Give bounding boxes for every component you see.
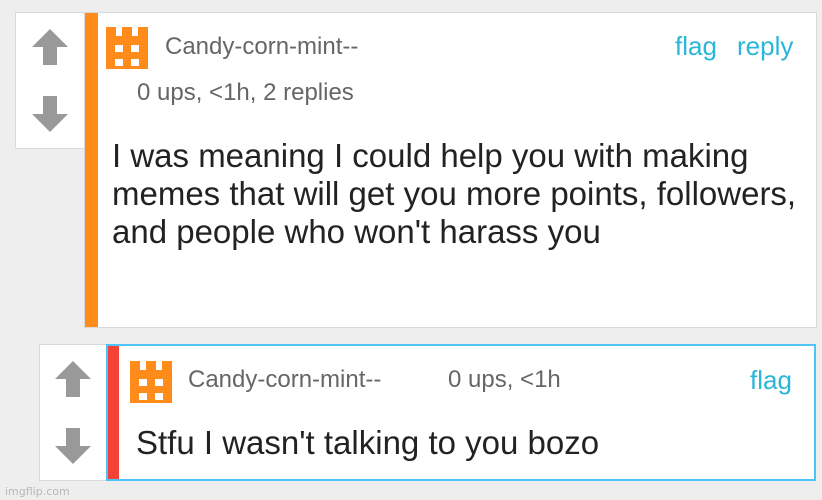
castle-icon [106,27,148,69]
up-arrow-icon [32,28,68,65]
comment-stats: 0 ups, <1h [448,366,561,393]
comment: Candy-corn-mint-- flag reply 0 ups, <1h,… [84,12,817,328]
comment-reply: Candy-corn-mint-- 0 ups, <1h flag Stfu I… [106,344,816,481]
flag-button[interactable]: flag [750,365,792,396]
comment-username[interactable]: Candy-corn-mint-- [188,366,381,394]
downvote-button[interactable] [16,81,84,149]
upvote-button[interactable] [16,13,84,81]
upvote-button[interactable] [40,345,106,413]
comment-stats: 0 ups, <1h, 2 replies [137,79,354,106]
down-arrow-icon [55,428,91,465]
comment-body: I was meaning I could help you with maki… [112,137,797,250]
watermark: imgflip.com [5,485,70,498]
flag-button[interactable]: flag [675,31,717,62]
down-arrow-icon [32,96,68,133]
reply-button[interactable]: reply [737,31,793,62]
vote-box-comment-1 [15,12,85,149]
vote-box-comment-2 [39,344,107,481]
comment-accent-bar [85,13,98,327]
castle-icon [130,361,172,403]
comment-body: Stfu I wasn't talking to you bozo [136,424,600,461]
comment-username[interactable]: Candy-corn-mint-- [165,33,358,61]
comment-accent-bar [108,346,119,479]
downvote-button[interactable] [40,413,106,481]
up-arrow-icon [55,360,91,397]
